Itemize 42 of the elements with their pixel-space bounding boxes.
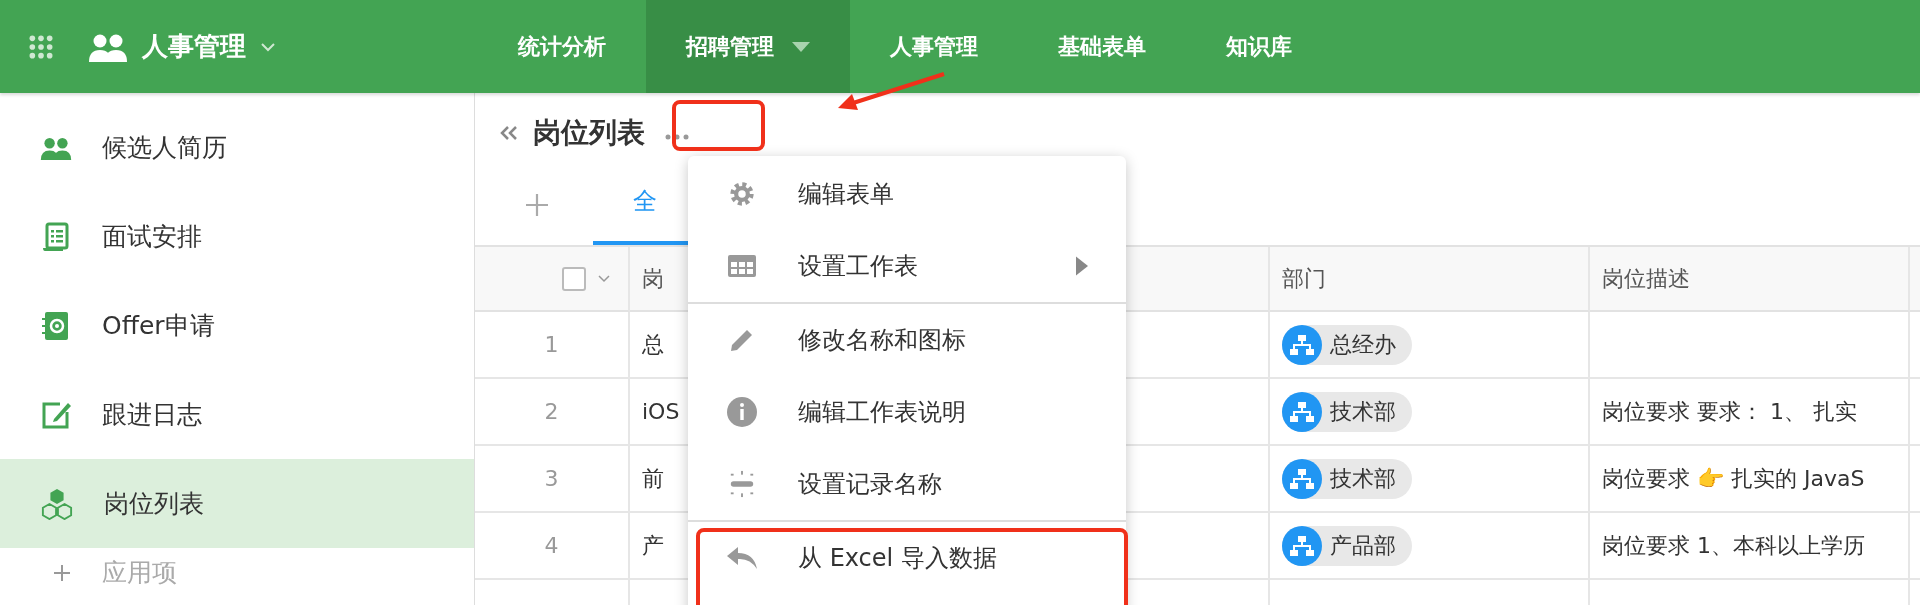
column-header[interactable] bbox=[1910, 247, 1920, 312]
menu-item[interactable]: 编辑工作表说明 bbox=[688, 376, 1126, 448]
apps-grid-icon[interactable] bbox=[28, 33, 54, 60]
row-number: 4 bbox=[475, 513, 630, 580]
column-header[interactable]: 部门 bbox=[1270, 247, 1590, 312]
collapse-icon[interactable] bbox=[499, 125, 519, 141]
org-chart-icon bbox=[1282, 391, 1322, 432]
document-icon bbox=[40, 220, 72, 253]
settings-icon bbox=[728, 180, 756, 208]
record-name-icon bbox=[728, 470, 756, 498]
reply-arrow-icon bbox=[726, 546, 758, 570]
department-tag: 总经办 bbox=[1282, 324, 1412, 365]
column-header[interactable]: 岗位描述 bbox=[1590, 247, 1910, 312]
hexagons-icon bbox=[40, 487, 74, 520]
department-tag: 技术部 bbox=[1282, 458, 1412, 499]
sidebar-item[interactable]: 跟进日志 bbox=[0, 370, 474, 459]
info-icon bbox=[727, 397, 757, 427]
sidebar-item[interactable]: 岗位列表 bbox=[0, 459, 474, 548]
plus-icon bbox=[52, 562, 72, 583]
org-chart-icon bbox=[1282, 525, 1322, 566]
row-number: 1 bbox=[475, 312, 630, 379]
table-cell: 岗位要求 1、本科以上学历 bbox=[1590, 513, 1910, 580]
org-chart-icon bbox=[1282, 458, 1322, 499]
department-tag: 技术部 bbox=[1282, 391, 1412, 432]
sidebar-item[interactable]: 面试安排 bbox=[0, 192, 474, 281]
row-number: 3 bbox=[475, 446, 630, 513]
page-title: 岗位列表 bbox=[533, 115, 645, 151]
submenu-arrow-icon bbox=[1076, 256, 1088, 276]
sidebar-item[interactable]: Offer申请 bbox=[0, 281, 474, 370]
table-cell: 岗位要求 要求： 1、 扎实 bbox=[1590, 379, 1910, 446]
department-tag: 产品部 bbox=[1282, 525, 1412, 566]
add-view-icon[interactable] bbox=[525, 193, 549, 217]
nav-tab[interactable]: 招聘管理 bbox=[646, 0, 850, 93]
more-icon[interactable] bbox=[665, 134, 689, 140]
table-icon bbox=[727, 254, 757, 278]
select-all-checkbox[interactable] bbox=[562, 266, 586, 291]
org-chart-icon bbox=[1282, 324, 1322, 365]
caret-down-icon bbox=[792, 41, 810, 52]
table-cell: 岗位要求 👉 扎实的 JavaS bbox=[1590, 446, 1910, 513]
sidebar-item[interactable]: 候选人简历 bbox=[0, 103, 474, 192]
chevron-down-icon[interactable] bbox=[598, 274, 610, 283]
row-number: 2 bbox=[475, 379, 630, 446]
